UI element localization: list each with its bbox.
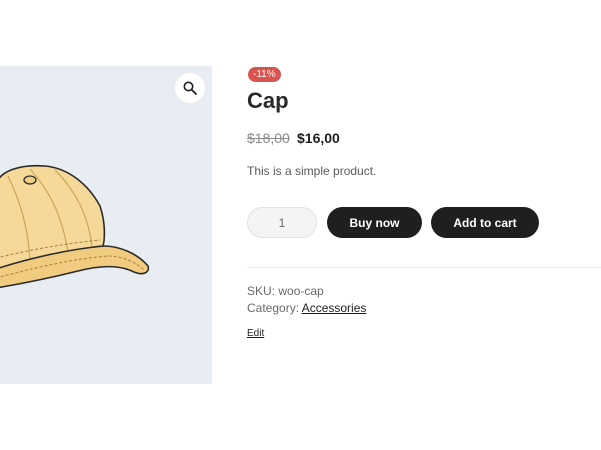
- sku-label: SKU:: [247, 284, 276, 298]
- category-line: Category: Accessories: [247, 301, 366, 315]
- category-label: Category:: [247, 301, 300, 315]
- sku-line: SKU: woo-cap: [247, 284, 324, 298]
- edit-link[interactable]: Edit: [247, 328, 264, 339]
- quantity-input[interactable]: [247, 207, 317, 238]
- buy-now-button[interactable]: Buy now: [327, 207, 422, 238]
- add-to-cart-button[interactable]: Add to cart: [431, 207, 539, 238]
- zoom-button[interactable]: [175, 73, 205, 103]
- magnifier-icon: [183, 81, 197, 95]
- product-gallery: [0, 66, 212, 384]
- sale-badge: -11%: [248, 67, 281, 82]
- sale-price: $16,00: [297, 130, 340, 146]
- sku-value: woo-cap: [278, 284, 324, 298]
- category-link[interactable]: Accessories: [302, 301, 367, 315]
- divider: [247, 267, 601, 268]
- cap-image[interactable]: [0, 66, 212, 384]
- regular-price: $18,00: [247, 130, 290, 146]
- product-title: Cap: [247, 88, 289, 113]
- short-description: This is a simple product.: [247, 164, 377, 178]
